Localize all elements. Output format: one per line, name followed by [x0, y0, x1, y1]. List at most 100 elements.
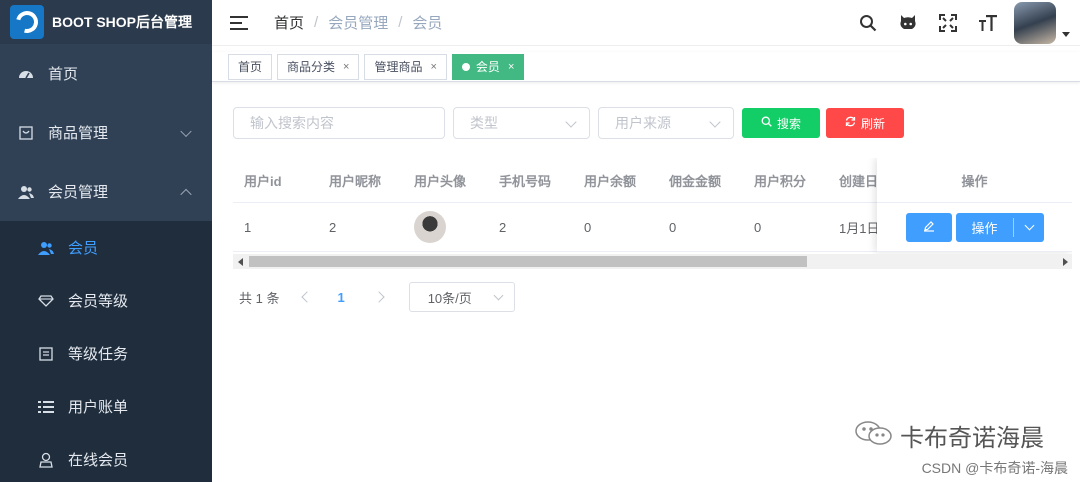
- refresh-button[interactable]: 刷新: [826, 108, 904, 138]
- col-header-nickname[interactable]: 用户昵称: [318, 171, 403, 190]
- sidebar-item-member-level[interactable]: 会员等级: [0, 274, 212, 327]
- edit-icon: [923, 220, 935, 235]
- sidebar-item-label: 会员: [68, 240, 99, 257]
- github-icon[interactable]: [888, 0, 928, 46]
- search-icon[interactable]: [848, 0, 888, 46]
- hamburger-icon[interactable]: [230, 15, 248, 30]
- tag-goods-category[interactable]: 商品分类 ×: [277, 53, 360, 80]
- edit-button[interactable]: [906, 212, 952, 242]
- cell-commission: 0: [669, 219, 677, 235]
- user-icon: [38, 240, 54, 256]
- avatar[interactable]: [414, 211, 446, 243]
- submenu-members: 会员 会员等级 等级任务 用户账单 在线会员: [0, 221, 212, 482]
- list-icon: [38, 399, 54, 415]
- scroll-right-arrow-icon[interactable]: [1063, 258, 1068, 266]
- sidebar-item-user-bill[interactable]: 用户账单: [0, 380, 212, 433]
- chevron-down-icon[interactable]: [1014, 220, 1044, 230]
- search-button[interactable]: 搜索: [742, 108, 820, 138]
- sidebar-item-goods[interactable]: 商品管理: [0, 103, 212, 162]
- horizontal-scrollbar[interactable]: [233, 254, 1072, 269]
- tag-home[interactable]: 首页: [228, 53, 273, 80]
- search-button-label: 搜索: [776, 116, 801, 131]
- operation-button-label: 操作: [956, 217, 1014, 237]
- breadcrumb-separator: /: [314, 14, 319, 31]
- chevron-down-icon: [180, 125, 192, 137]
- user-menu[interactable]: [1014, 2, 1070, 44]
- logo[interactable]: BOOT SHOP后台管理: [0, 0, 212, 44]
- breadcrumb-item-home[interactable]: 首页: [274, 12, 304, 33]
- pagination-total: 共 1 条: [239, 290, 280, 306]
- sidebar-item-level-task[interactable]: 等级任务: [0, 327, 212, 380]
- prev-page-icon[interactable]: [301, 291, 314, 303]
- member-table: 用户id 用户昵称 用户头像 手机号码 用户余额 佣金金额 用户积分 创建日期 …: [233, 158, 1072, 272]
- navbar: 首页 / 会员管理 / 会员: [212, 0, 1080, 46]
- col-header-avatar[interactable]: 用户头像: [403, 171, 488, 190]
- col-header-action: 操作: [961, 173, 988, 189]
- font-size-icon[interactable]: [968, 0, 1008, 46]
- refresh-button-label: 刷新: [860, 116, 885, 131]
- page-size-select[interactable]: 10条/页: [408, 282, 515, 312]
- watermark-line2: CSDN @卡布奇诺-海晨: [921, 460, 1068, 476]
- sidebar-item-label: 等级任务: [68, 346, 129, 363]
- pagination-current-page[interactable]: 1: [337, 290, 344, 305]
- breadcrumb-separator: /: [398, 14, 403, 31]
- task-icon: [38, 346, 54, 362]
- tag-manage-goods[interactable]: 管理商品 ×: [364, 53, 447, 80]
- sidebar-item-label: 会员等级: [68, 293, 129, 310]
- navbar-right: [848, 0, 1070, 46]
- breadcrumb: 首页 / 会员管理 / 会员: [274, 12, 442, 33]
- source-select[interactable]: 用户来源: [598, 107, 734, 139]
- source-select-placeholder: 用户来源: [615, 115, 671, 131]
- scrollbar-thumb[interactable]: [249, 256, 807, 267]
- sidebar-item-label: 商品管理: [48, 125, 109, 142]
- logo-icon: [10, 5, 44, 39]
- sidebar-item-label: 在线会员: [68, 452, 129, 469]
- col-header-balance[interactable]: 用户余额: [573, 171, 658, 190]
- sidebar-item-member[interactable]: 会员: [0, 221, 212, 274]
- tag-label: 会员: [475, 60, 500, 74]
- tag-member[interactable]: 会员 ×: [451, 53, 525, 80]
- type-select[interactable]: 类型: [453, 107, 590, 139]
- sidebar-item-members[interactable]: 会员管理: [0, 162, 212, 221]
- diamond-icon: [38, 293, 54, 309]
- sidebar-item-online-member[interactable]: 在线会员: [0, 433, 212, 482]
- chevron-down-icon: [709, 116, 721, 128]
- cell-balance: 0: [584, 219, 592, 235]
- close-icon[interactable]: ×: [430, 61, 436, 73]
- cell-phone: 2: [499, 219, 507, 235]
- tag-label: 管理商品: [374, 60, 423, 74]
- fullscreen-icon[interactable]: [928, 0, 968, 46]
- search-input[interactable]: 输入搜索内容: [233, 107, 445, 139]
- filter-bar: 输入搜索内容 类型 用户来源 搜索 刷新: [233, 107, 910, 139]
- dashboard-icon: [18, 66, 34, 82]
- chevron-up-icon: [180, 188, 192, 200]
- col-header-commission[interactable]: 佣金金额: [658, 171, 743, 190]
- next-page-icon[interactable]: [373, 291, 385, 303]
- close-icon[interactable]: ×: [343, 61, 349, 73]
- cell-points: 0: [754, 219, 762, 235]
- tags-view: 首页 商品分类 × 管理商品 × 会员 ×: [212, 52, 1080, 82]
- sidebar-item-home[interactable]: 首页: [0, 44, 212, 103]
- wechat-icon: [854, 419, 894, 453]
- cell-avatar: [403, 211, 488, 243]
- app-title: BOOT SHOP后台管理: [52, 14, 193, 30]
- tag-label: 首页: [238, 60, 263, 74]
- online-user-icon: [38, 452, 54, 468]
- close-icon[interactable]: ×: [508, 61, 514, 73]
- col-header-points[interactable]: 用户积分: [743, 171, 828, 190]
- fixed-action-column: 操作 操作: [877, 158, 1072, 252]
- sidebar: BOOT SHOP后台管理 首页 商品管理 会员管理 会员 会员等级 等级任务 …: [0, 0, 212, 482]
- goods-icon: [18, 125, 34, 141]
- watermark-line1: 卡布奇诺海晨: [900, 425, 1044, 452]
- pagination: 共 1 条 1 10条/页: [239, 282, 515, 312]
- action-cell: 操作: [877, 202, 1072, 252]
- breadcrumb-item-member-management[interactable]: 会员管理: [328, 12, 388, 33]
- scroll-left-arrow-icon[interactable]: [238, 258, 243, 266]
- chevron-down-icon: [493, 290, 504, 301]
- search-icon: [761, 116, 772, 130]
- col-header-phone[interactable]: 手机号码: [488, 171, 573, 190]
- avatar[interactable]: [1014, 2, 1056, 44]
- col-header-user-id[interactable]: 用户id: [233, 171, 318, 190]
- operation-dropdown-button[interactable]: 操作: [956, 212, 1044, 242]
- sidebar-item-label: 用户账单: [68, 399, 129, 416]
